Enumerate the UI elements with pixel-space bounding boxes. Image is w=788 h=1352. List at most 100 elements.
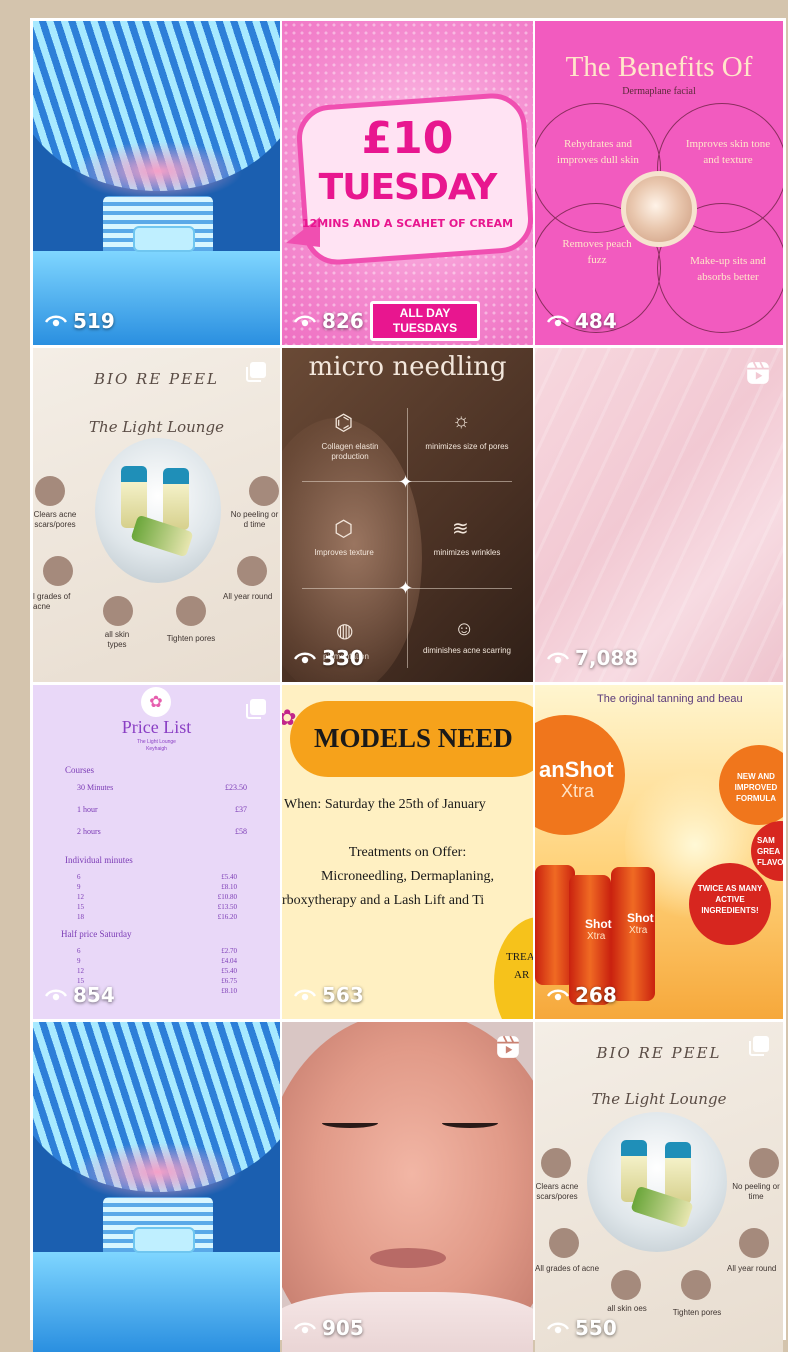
post-tile-1[interactable]: 519 [33,21,280,345]
feature-label-1: Clears acne scars/pores [33,510,77,529]
all-day-badge: ALL DAY TUESDAYS [370,301,480,341]
event-date: When: Saturday the 25th of January [284,797,486,812]
molecule-icon: ⌬ [334,410,354,435]
bottle-sub-1: Xtra [587,931,606,942]
feature-icon-5 [611,1270,641,1300]
post-tile-7[interactable]: ✿ Price List The Light Lounge Keyhaigh C… [33,685,280,1019]
eye-lashes-right [442,1118,498,1128]
bio-re-peel-title: BIO RE PEEL [94,370,219,388]
product-bottles-image [95,438,221,583]
view-count: 854 [45,983,115,1007]
post-tile-2[interactable]: £10 TUESDAY 12MINS AND A SCAHET OF CREAM… [282,21,533,345]
price-list-title: Price List [121,717,192,737]
feature-icon-1 [35,476,65,506]
bubble-3-text: TWICE AS MANY ACTIVE INGREDIENTS! [697,884,763,915]
bottle-label-1: Shot [585,917,612,931]
eye-icon [294,652,316,664]
brand-name: The Light Lounge [137,739,176,745]
eye-icon [547,1322,569,1334]
individual-list: 6 £5.40 9 £8.10 12 £10.80 15 £13.50 18 £16.20 [77,873,237,923]
eye-icon [294,1322,316,1334]
view-count: 268 [547,983,617,1007]
feature-label-1: Clears acne scars/pores [535,1182,579,1201]
needling-benefit-6: diminishes acne scarring [422,646,512,655]
feature-label-6: Tighten pores [672,1308,722,1317]
courses-heading: Courses [65,765,94,775]
post-tile-10[interactable] [33,1022,280,1352]
reels-icon [495,1034,521,1065]
wrinkles-icon: ≋ [452,518,469,540]
view-count-value: 905 [322,1316,364,1340]
bubble-1-text: NEW AND IMPROVED FORMULA [734,772,778,803]
post-tile-9[interactable]: The original tanning and beau anShot Xtr… [535,685,783,1019]
feature-label-5: all skin types [104,630,130,649]
benefit-3: Removes peach fuzz [562,238,632,266]
brand-town: Keyhaigh [146,746,167,752]
feature-icon-3 [43,556,73,586]
view-count-value: 550 [575,1316,617,1340]
needling-benefit-4: minimizes wrinkles [433,548,501,557]
sparkle-icon-2: ✦ [398,578,414,598]
feature-icon-5 [103,596,133,626]
benefit-2: Improves skin tone and texture [685,138,771,166]
pigmentation-icon: ◍ [336,620,354,642]
offer-subtext: 12MINS AND A SCAHET OF CREAM [301,217,514,230]
feature-icon-2 [749,1148,779,1178]
post-tile-6[interactable]: 7,088 [535,348,783,682]
eye-icon [294,315,316,327]
feature-label-5: all skin oes [607,1304,647,1313]
price-row: 1 hour £37 [77,805,247,814]
eye-icon [294,989,316,1001]
offer-heading: Treatments on Offer: [348,845,467,860]
needling-benefit-2: minimizes size of pores [425,442,509,451]
post-tile-12[interactable]: BIO RE PEEL The Light Lounge Clears acne… [535,1022,783,1352]
price-row: 9 £8.10 [77,883,237,891]
models-needed-heading: MODELS NEED [314,723,513,753]
offer-treatments-2: rboxytherapy and a Lash Lift and Ti [282,893,485,908]
sunbed-headrest-image [133,226,195,252]
eye-lashes-left [322,1118,378,1128]
post-tile-4[interactable]: BIO RE PEEL The Light Lounge Clears acne… [33,348,280,682]
eye-icon [547,315,569,327]
feature-icon-6 [176,596,206,626]
corner-text-2: AR [514,969,530,981]
eye-icon [45,315,67,327]
feature-icon-6 [681,1270,711,1300]
tuesday-heading: TUESDAY [318,167,498,208]
texture-icon: ⬡ [334,516,354,541]
feature-label-3: All grades of acne [535,1264,600,1273]
post-tile-3[interactable]: The Benefits Of Dermaplane facial Rehydr… [535,21,783,345]
post-tile-8[interactable]: ✿ MODELS NEED When: Saturday the 25th of… [282,685,533,1019]
price-row: 15 £13.50 [77,903,237,911]
view-count-value: 7,088 [575,646,639,670]
view-count-value: 268 [575,983,617,1007]
post-tile-11[interactable]: 905 [282,1022,533,1352]
benefits-subtitle: Dermaplane facial [622,86,696,97]
sparkle-icon-1: ✦ [398,472,414,492]
profile-post-grid-frame: 519 £10 TUESDAY 12MINS AND A SCAHET OF C… [30,18,786,1352]
flower-decoration: ✿ [282,705,297,730]
price-text: £10 [361,113,454,164]
benefit-1: Rehydrates and improves dull skin [557,138,639,166]
feature-icon-3 [549,1228,579,1258]
view-count: 826 [294,309,364,333]
individual-heading: Individual minutes [65,855,133,865]
view-count-value: 854 [73,983,115,1007]
feature-icon-4 [739,1228,769,1258]
post-tile-5[interactable]: micro needling ✦ ✦ ⌬ ☼ ⬡ ≋ ◍ ☺ Collagen … [282,348,533,682]
tanshot-headline: The original tanning and beau [597,693,743,705]
bubble-2-text: SAM GREA FLAVO [757,836,783,867]
view-count: 563 [294,983,364,1007]
post-grid: 519 £10 TUESDAY 12MINS AND A SCAHET OF C… [33,21,783,1352]
light-lounge-script: The Light Lounge [591,1090,727,1108]
view-count: 7,088 [547,646,638,670]
carousel-icon [747,1034,771,1063]
tanshot-logo-1: anShot [539,757,614,782]
price-row: 18 £16.20 [77,913,237,921]
view-count: 550 [547,1316,617,1340]
needling-benefit-3: Improves texture [314,548,374,557]
corner-text-1: TREA [506,951,533,963]
carousel-icon [244,697,268,726]
feature-label-6: Tighten pores [166,634,216,643]
view-count-value: 330 [322,646,364,670]
